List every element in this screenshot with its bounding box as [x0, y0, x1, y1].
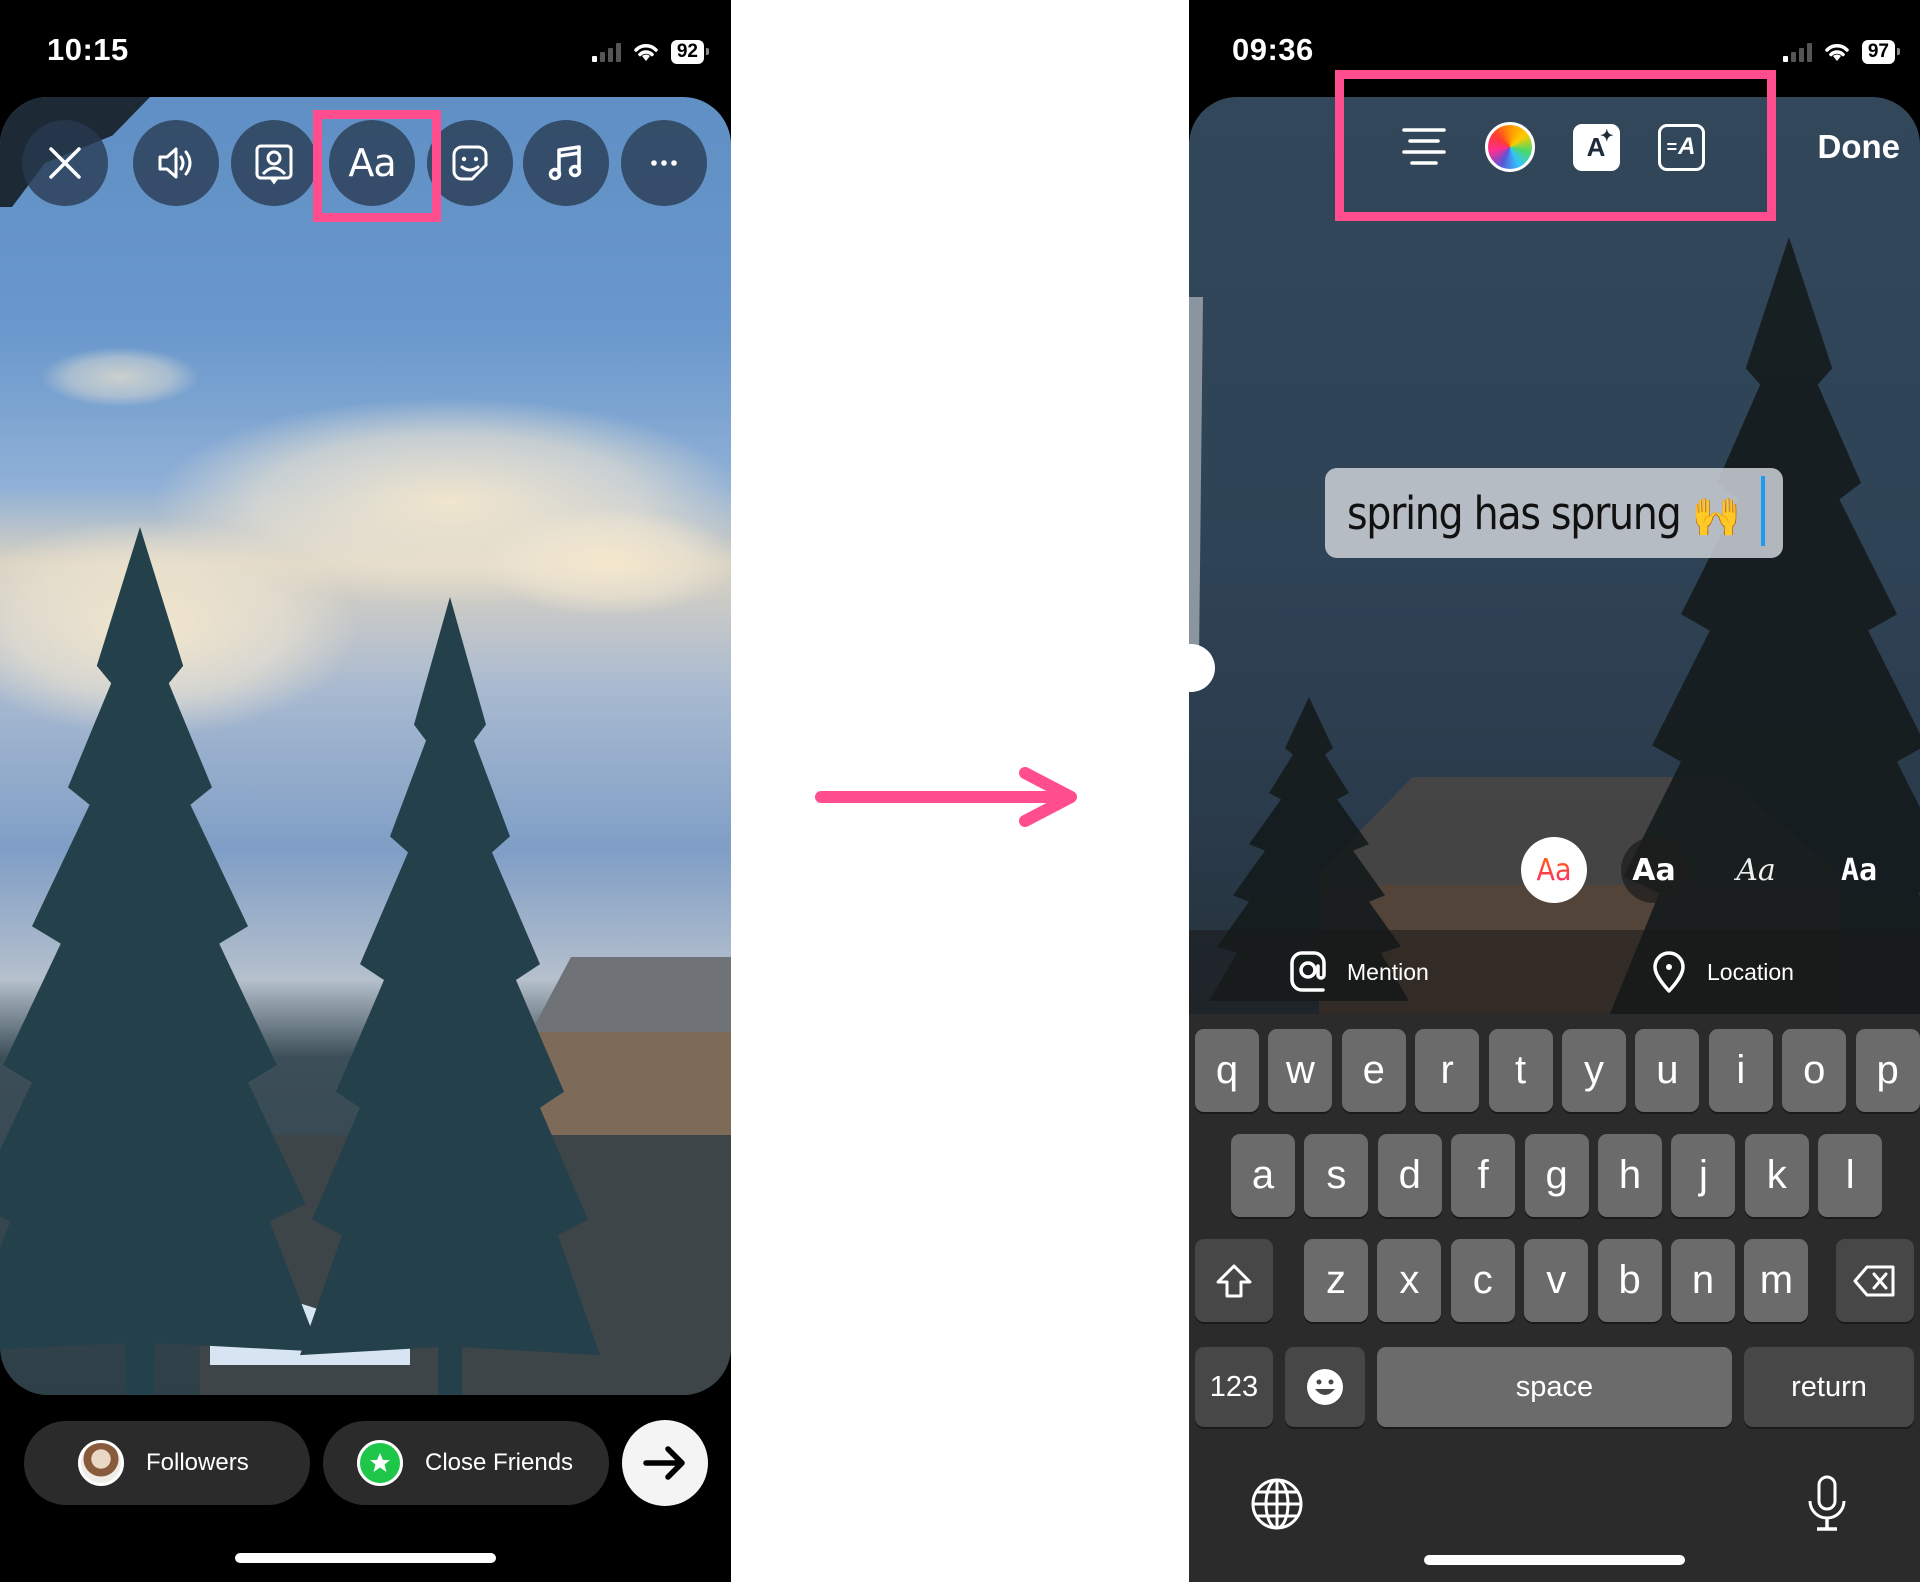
- close-friends-star-icon: [357, 1440, 403, 1486]
- backspace-key[interactable]: [1836, 1239, 1914, 1322]
- key-s[interactable]: s: [1304, 1134, 1369, 1217]
- key-d[interactable]: d: [1377, 1134, 1442, 1217]
- text-cursor: [1761, 476, 1765, 546]
- followers-label: Followers: [146, 1449, 249, 1476]
- keyboard: qwertyuiop asdfghjkl zxcvbnm 123 space r…: [1189, 1014, 1920, 1582]
- story-text-field[interactable]: spring has sprung 🙌: [1325, 468, 1783, 558]
- font-classic-button[interactable]: Aa: [1521, 837, 1587, 903]
- arrow-right-icon: [643, 1446, 685, 1480]
- key-v[interactable]: v: [1524, 1239, 1589, 1322]
- close-button[interactable]: [22, 120, 108, 206]
- globe-icon: [1251, 1478, 1303, 1530]
- font-strong-button[interactable]: Aa: [1621, 837, 1687, 903]
- globe-button[interactable]: [1249, 1476, 1305, 1532]
- music-note-icon: [548, 145, 582, 181]
- sound-button[interactable]: [133, 120, 219, 206]
- wifi-icon: [1825, 44, 1849, 61]
- highlight-box-text-tools: [1335, 70, 1776, 221]
- location-pin-icon: [1653, 951, 1685, 993]
- battery-indicator: 92: [670, 40, 710, 64]
- backspace-icon: [1853, 1265, 1895, 1296]
- key-r[interactable]: r: [1415, 1029, 1480, 1112]
- shift-arrow-icon: [1216, 1264, 1252, 1297]
- share-followers-button[interactable]: Followers: [24, 1421, 310, 1505]
- shift-key[interactable]: [1195, 1239, 1273, 1322]
- close-icon: [49, 147, 81, 179]
- space-key[interactable]: space: [1377, 1347, 1732, 1427]
- mention-button[interactable]: Mention: [1289, 950, 1429, 994]
- key-n[interactable]: n: [1671, 1239, 1735, 1322]
- share-close-friends-button[interactable]: Close Friends: [323, 1421, 609, 1505]
- status-time: 10:15: [47, 32, 129, 67]
- key-a[interactable]: a: [1231, 1134, 1295, 1217]
- story-photo: [0, 97, 731, 1395]
- key-b[interactable]: b: [1597, 1239, 1662, 1322]
- share-next-button[interactable]: [622, 1420, 708, 1506]
- tag-people-button[interactable]: [231, 120, 317, 206]
- font-typewriter-button[interactable]: Aa: [1826, 837, 1892, 903]
- signal-icon: [1782, 42, 1812, 62]
- raising-hands-emoji: 🙌: [1691, 486, 1741, 540]
- close-friends-label: Close Friends: [425, 1449, 574, 1476]
- done-button[interactable]: Done: [1818, 128, 1901, 166]
- key-o[interactable]: o: [1782, 1029, 1847, 1112]
- location-button[interactable]: Location: [1651, 950, 1794, 994]
- home-indicator: [235, 1553, 496, 1563]
- key-t[interactable]: t: [1488, 1029, 1553, 1112]
- mention-label: Mention: [1347, 958, 1429, 985]
- key-i[interactable]: i: [1708, 1029, 1773, 1112]
- key-z[interactable]: z: [1304, 1239, 1368, 1322]
- key-g[interactable]: g: [1524, 1134, 1589, 1217]
- more-dots-icon: [651, 160, 677, 166]
- key-p[interactable]: p: [1855, 1029, 1920, 1112]
- key-q[interactable]: q: [1195, 1029, 1259, 1112]
- signal-icon: [591, 42, 621, 62]
- key-x[interactable]: x: [1377, 1239, 1442, 1322]
- cloud: [40, 347, 200, 407]
- suggestion-bar: Mention Location: [1189, 930, 1920, 1015]
- right-phone-screen: 09:36 97 A ✦ = A Done spring has sprung 🙌 …: [1189, 0, 1920, 1582]
- status-icons: 97: [1782, 40, 1901, 64]
- speaker-icon: [158, 147, 192, 179]
- home-indicator: [1424, 1555, 1685, 1565]
- dictation-button[interactable]: [1799, 1474, 1855, 1531]
- more-button[interactable]: [621, 120, 707, 206]
- text-size-slider-track[interactable]: [1189, 297, 1203, 677]
- key-y[interactable]: y: [1562, 1029, 1626, 1112]
- status-time: 09:36: [1232, 32, 1314, 67]
- transition-arrow-icon: [815, 767, 1077, 827]
- key-c[interactable]: c: [1450, 1239, 1515, 1322]
- key-h[interactable]: h: [1598, 1134, 1662, 1217]
- sticker-icon: [452, 145, 488, 181]
- key-j[interactable]: j: [1671, 1134, 1736, 1217]
- person-tag-icon: [255, 144, 293, 185]
- key-w[interactable]: w: [1268, 1029, 1333, 1112]
- mention-at-icon: [1290, 951, 1326, 992]
- status-icons: 92: [591, 40, 710, 64]
- key-k[interactable]: k: [1744, 1134, 1809, 1217]
- key-m[interactable]: m: [1744, 1239, 1809, 1322]
- location-label: Location: [1707, 958, 1794, 985]
- microphone-icon: [1808, 1475, 1846, 1531]
- key-f[interactable]: f: [1451, 1134, 1516, 1217]
- battery-indicator: 97: [1861, 40, 1901, 64]
- key-u[interactable]: u: [1635, 1029, 1700, 1112]
- left-phone-screen: 10:15 92 Aa Followers Close Friends: [0, 0, 731, 1582]
- key-l[interactable]: l: [1818, 1134, 1883, 1217]
- emoji-key[interactable]: [1285, 1347, 1365, 1427]
- avatar: [78, 1440, 124, 1486]
- numbers-key[interactable]: 123: [1195, 1347, 1273, 1427]
- highlight-box-text-tool: [313, 110, 441, 222]
- story-text: spring has sprung 🙌: [1347, 486, 1741, 540]
- wifi-icon: [634, 44, 658, 61]
- cloud: [480, 507, 731, 617]
- font-script-button[interactable]: Aa: [1723, 837, 1789, 903]
- return-key[interactable]: return: [1744, 1347, 1914, 1427]
- emoji-smiley-icon: [1307, 1369, 1343, 1405]
- music-button[interactable]: [523, 120, 609, 206]
- key-e[interactable]: e: [1341, 1029, 1406, 1112]
- text-size-slider-handle[interactable]: [1189, 644, 1215, 692]
